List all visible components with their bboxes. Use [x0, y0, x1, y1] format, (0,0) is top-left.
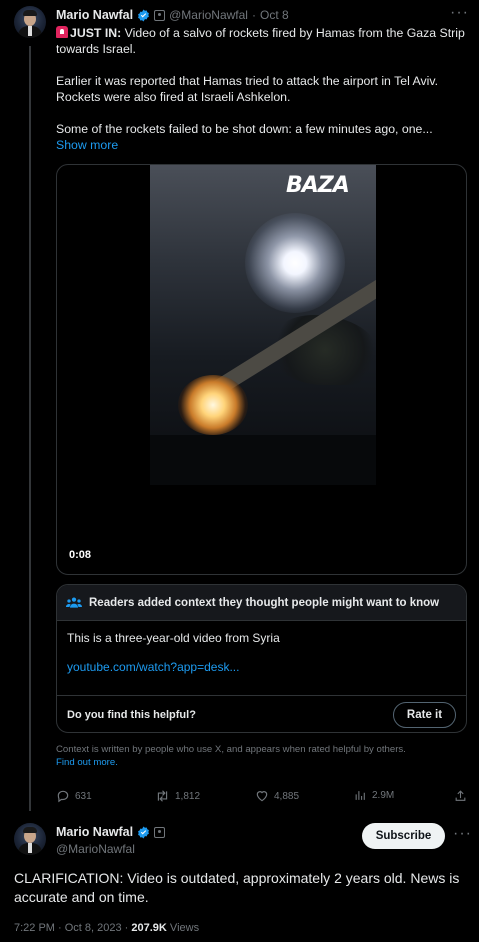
- reply-icon: [57, 790, 69, 803]
- reply-button[interactable]: 631: [56, 789, 92, 803]
- tweet-date[interactable]: Oct 8: [260, 8, 289, 22]
- tweet-header: Mario Nawfal @MarioNawfal · Oct 8: [56, 8, 289, 22]
- community-note-body: This is a three-year-old video from Syri…: [67, 631, 280, 645]
- like-button[interactable]: 4,885: [255, 789, 299, 803]
- watermark-logo: BAZA: [286, 173, 350, 198]
- reply-text: CLARIFICATION: Video is outdated, approx…: [14, 870, 460, 905]
- repost-count: 1,812: [175, 790, 201, 802]
- video-duration: 0:08: [69, 549, 92, 561]
- reply-author-handle[interactable]: @MarioNawfal: [56, 842, 135, 856]
- heart-icon: [256, 791, 268, 802]
- disclaimer-text: Context is written by people who use X, …: [56, 744, 406, 755]
- share-icon: [455, 790, 466, 801]
- explosion-flash: [178, 375, 248, 435]
- tweet-text: JUST IN: Video of a salvo of rockets fir…: [56, 25, 466, 153]
- views-chart-icon: [355, 791, 365, 800]
- readers-group-icon: [66, 597, 82, 608]
- verified-badge-icon: [138, 9, 150, 21]
- video-player[interactable]: BAZA 0:08: [56, 164, 467, 575]
- community-note-source-link[interactable]: youtube.com/watch?app=desk...: [67, 660, 456, 674]
- action-bar: 631 1,812 4,885 2.9M: [56, 789, 469, 805]
- reply-timestamp[interactable]: 7:22 PM · Oct 8, 2023 ·: [14, 922, 131, 934]
- view-count: 2.9M: [372, 790, 395, 801]
- show-more-link[interactable]: Show more: [56, 138, 118, 152]
- repost-button[interactable]: 1,812: [155, 789, 200, 803]
- reply-view-count: 207.9K: [131, 922, 167, 934]
- author-avatar[interactable]: [14, 6, 46, 38]
- share-button[interactable]: [454, 789, 467, 803]
- find-out-more-link[interactable]: Find out more.: [56, 757, 118, 768]
- reply-author-avatar[interactable]: [14, 823, 46, 855]
- reply-header: Mario Nawfal: [56, 825, 166, 839]
- affiliate-badge-icon: [154, 826, 166, 838]
- affiliate-badge-icon: [154, 9, 166, 21]
- author-handle[interactable]: @MarioNawfal: [169, 8, 248, 22]
- more-options-icon[interactable]: ···: [450, 4, 469, 22]
- tweet-paragraph-3: Some of the rockets failed to be shot do…: [56, 122, 433, 136]
- reply-author-name[interactable]: Mario Nawfal: [56, 825, 133, 839]
- views-button[interactable]: 2.9M: [354, 789, 394, 802]
- rocket-glow: [245, 213, 345, 313]
- community-note-disclaimer: Context is written by people who use X, …: [56, 743, 466, 769]
- thread-line: [29, 46, 31, 811]
- verified-badge-icon: [138, 826, 150, 838]
- community-note: Readers added context they thought peopl…: [56, 584, 467, 733]
- headline-prefix: JUST IN:: [70, 26, 122, 40]
- community-note-header: Readers added context they thought peopl…: [57, 585, 466, 621]
- rate-it-button[interactable]: Rate it: [393, 702, 456, 728]
- reply-count: 631: [75, 790, 92, 802]
- like-count: 4,885: [274, 790, 300, 802]
- helpful-question: Do you find this helpful?: [67, 709, 196, 721]
- video-frame[interactable]: BAZA: [150, 165, 376, 485]
- more-options-icon[interactable]: ···: [453, 825, 472, 843]
- reply-views-label: Views: [166, 922, 200, 934]
- reply-meta: 7:22 PM · Oct 8, 2023 · 207.9K Views: [14, 922, 199, 934]
- community-note-rating: Do you find this helpful? Rate it: [57, 695, 466, 732]
- subscribe-button[interactable]: Subscribe: [362, 823, 445, 849]
- tweet-paragraph-2: Earlier it was reported that Hamas tried…: [56, 74, 439, 104]
- author-name[interactable]: Mario Nawfal: [56, 8, 133, 22]
- community-note-title: Readers added context they thought peopl…: [89, 596, 440, 609]
- repost-icon: [157, 790, 168, 802]
- dot-separator: ·: [251, 8, 256, 22]
- siren-emoji-icon: [56, 26, 68, 38]
